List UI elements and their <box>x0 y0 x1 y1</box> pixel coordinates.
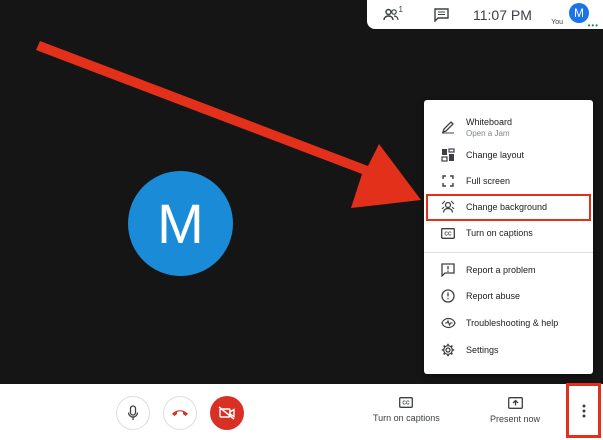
menu-item-change-layout[interactable]: Change layout <box>424 144 593 166</box>
svg-text:CC: CC <box>444 231 452 237</box>
meeting-time: 11:07 PM <box>473 6 532 23</box>
annotation-highlight-box <box>426 194 591 221</box>
turn-on-captions-button[interactable]: CC Turn on captions <box>373 397 440 423</box>
menu-item-label: Settings <box>466 345 499 355</box>
captions-button-label: Turn on captions <box>373 413 440 423</box>
chat-button[interactable] <box>431 5 451 25</box>
menu-item-report-problem[interactable]: Report a problem <box>424 259 593 281</box>
menu-divider <box>424 252 593 253</box>
menu-item-label: Full screen <box>466 176 511 186</box>
pen-icon <box>441 121 454 134</box>
end-call-button[interactable] <box>163 396 197 430</box>
menu-item-sublabel: Open a Jam <box>466 128 510 138</box>
participant-count: 1 <box>398 4 403 14</box>
menu-item-label: Turn on captions <box>466 228 533 238</box>
captions-icon: CC <box>441 227 455 239</box>
self-avatar[interactable]: M <box>569 3 589 23</box>
menu-item-settings[interactable]: Settings <box>424 339 593 361</box>
report-abuse-icon <box>441 289 455 303</box>
present-icon <box>507 397 523 409</box>
camera-off-icon <box>218 406 235 420</box>
captions-icon: CC <box>399 397 414 408</box>
present-button-label: Present now <box>490 414 541 424</box>
fullscreen-icon <box>442 175 454 187</box>
menu-item-turn-on-captions[interactable]: CC Turn on captions <box>424 222 593 244</box>
menu-item-label: Change layout <box>466 150 525 160</box>
menu-item-report-abuse[interactable]: Report abuse <box>424 285 593 307</box>
call-controls-bar: CC Turn on captions Present now <box>0 384 603 440</box>
camera-toggle-button[interactable] <box>210 396 244 430</box>
hang-up-icon <box>172 410 188 416</box>
menu-item-label: Whiteboard <box>466 116 513 127</box>
menu-item-troubleshooting[interactable]: Troubleshooting & help <box>424 312 593 334</box>
layout-icon <box>441 148 455 162</box>
more-options-button[interactable] <box>566 383 601 438</box>
troubleshooting-icon <box>440 317 456 329</box>
more-options-menu: Whiteboard Open a Jam Change layout Full … <box>424 100 593 374</box>
microphone-button[interactable] <box>116 396 150 430</box>
present-now-button[interactable]: Present now <box>490 397 540 424</box>
people-button[interactable]: 1 <box>381 4 403 25</box>
menu-item-full-screen[interactable]: Full screen <box>424 170 593 192</box>
you-label: You <box>551 19 563 26</box>
menu-item-label: Report a problem <box>466 265 536 275</box>
participant-avatar: M <box>128 171 233 276</box>
svg-text:CC: CC <box>403 401 411 407</box>
chat-icon <box>433 7 449 22</box>
menu-item-label: Report abuse <box>466 291 521 301</box>
audio-indicator-dots: ••• <box>587 21 599 30</box>
menu-item-label: Troubleshooting & help <box>466 318 559 328</box>
menu-item-whiteboard[interactable]: Whiteboard Open a Jam <box>424 114 593 140</box>
more-vertical-icon <box>582 404 585 417</box>
people-icon <box>383 8 399 20</box>
report-problem-icon <box>441 263 455 277</box>
microphone-icon <box>127 405 139 420</box>
meeting-info-bar: 1 11:07 PM You M ••• <box>367 0 603 30</box>
gear-icon <box>441 343 455 357</box>
